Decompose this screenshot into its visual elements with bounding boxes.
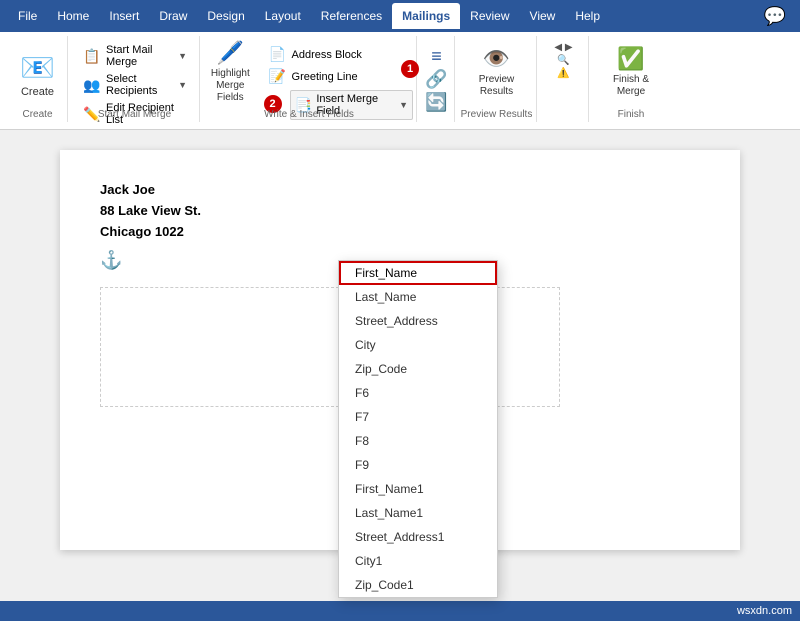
finish-label: Finish &Merge [613,74,649,98]
tab-insert[interactable]: Insert [99,3,149,29]
rules-icon[interactable]: ≡ [431,46,442,67]
status-site: wsxdn.com [737,605,792,617]
address-block-icon: 📄 [268,46,288,63]
start-mail-merge-label: Start Mail Merge [106,44,174,68]
chat-icon[interactable]: 💬 [758,2,792,31]
check-errors: ⚠️ [557,68,569,79]
finish-group-content: ✅ Finish &Merge [594,38,668,120]
start-mail-merge-group-label: Start Mail Merge [70,109,199,120]
select-recipients-label: Select Recipients [106,73,174,97]
finish-icon: ✅ [617,46,644,72]
address-block-button[interactable]: 📄 Address Block [264,44,413,65]
select-recipients-arrow: ▼ [178,80,187,90]
ribbon-group-start-mail-merge: 📋 Start Mail Merge ▼ 👥 Select Recipients… [70,36,200,122]
autocheck-content: ◀ ▶ 🔍 ⚠️ [552,38,574,120]
ribbon-group-finish: ✅ Finish &Merge Finish [591,36,671,122]
select-recipients-button[interactable]: 👥 Select Recipients ▼ [78,71,191,99]
preview-group-content: 👁️ PreviewResults [463,38,531,120]
tab-references[interactable]: References [311,3,392,29]
rules-icons: ≡ 🔗 🔄 [425,46,447,113]
write-insert-group-label: Write & Insert Fields [202,109,416,120]
status-bar: wsxdn.com [0,601,800,621]
address-line-3: Chicago 1022 [100,222,700,243]
dropdown-item-zip-code1[interactable]: Zip_Code1 [339,573,497,597]
dropdown-item-street-address1[interactable]: Street_Address1 [339,525,497,549]
dropdown-item-last-name1[interactable]: Last_Name1 [339,501,497,525]
update-icon[interactable]: 🔄 [425,92,447,113]
ribbon: 📧 Create Create 📋 Start Mail Merge ▼ 👥 S… [0,32,800,130]
document-area: Jack Joe 88 Lake View St. Chicago 1022 ⚓… [0,130,800,621]
tab-draw[interactable]: Draw [149,3,197,29]
ribbon-tab-bar: File Home Insert Draw Design Layout Refe… [0,0,800,32]
greeting-line-button[interactable]: 📝 Greeting Line 1 [264,66,413,87]
tab-home[interactable]: Home [47,3,99,29]
dropdown-item-street-address[interactable]: Street_Address [339,309,497,333]
dropdown-item-f9[interactable]: F9 [339,453,497,477]
tab-review[interactable]: Review [460,3,519,29]
dropdown-item-zip-code[interactable]: Zip_Code [339,357,497,381]
address-line-2: 88 Lake View St. [100,201,700,222]
create-group-content: 📧 Create [11,38,65,120]
ribbon-group-autocheck: ◀ ▶ 🔍 ⚠️ [539,36,589,122]
dropdown-item-f6[interactable]: F6 [339,381,497,405]
step-1-badge: 1 [401,60,419,78]
dropdown-item-city1[interactable]: City1 [339,549,497,573]
ribbon-group-write-insert: 🖊️ HighlightMerge Fields 📄 Address Block… [202,36,417,122]
tab-view[interactable]: View [520,3,566,29]
tab-layout[interactable]: Layout [255,3,311,29]
highlight-icon: 🖊️ [217,40,244,66]
mail-merge-icon: 📋 [82,48,102,65]
tab-help[interactable]: Help [565,3,610,29]
create-label: Create [21,86,54,98]
ribbon-group-rules: ≡ 🔗 🔄 [419,36,455,122]
match-icon[interactable]: 🔗 [425,69,447,90]
dropdown-item-first-name[interactable]: First_Name [339,261,497,285]
tab-design[interactable]: Design [197,3,254,29]
preview-label: PreviewResults [479,74,515,98]
highlight-label: HighlightMerge Fields [209,68,252,104]
find-recipient: 🔍 [557,55,569,66]
anchor-icon: ⚓ [100,250,122,271]
ribbon-group-preview: 👁️ PreviewResults Preview Results [457,36,537,122]
tab-file[interactable]: File [8,3,47,29]
nav-controls: ◀ ▶ [554,42,572,53]
finish-merge-button[interactable]: ✅ Finish &Merge [596,42,666,102]
highlight-merge-fields-button[interactable]: 🖊️ HighlightMerge Fields [205,42,256,102]
tab-mailings[interactable]: Mailings [392,3,460,29]
start-mail-merge-button[interactable]: 📋 Start Mail Merge ▼ [78,42,191,70]
document-address: Jack Joe 88 Lake View St. Chicago 1022 [100,180,700,242]
rules-content: ≡ 🔗 🔄 [423,38,449,120]
create-icon: 📧 [20,51,55,84]
address-line-1: Jack Joe [100,180,700,201]
insert-merge-field-dropdown: First_Name Last_Name Street_Address City… [338,260,498,598]
address-block-label: Address Block [292,49,362,61]
greeting-line-icon: 📝 [268,68,288,85]
ribbon-group-create: 📧 Create Create [8,36,68,122]
greeting-line-label: Greeting Line [292,71,358,83]
dropdown-item-city[interactable]: City [339,333,497,357]
preview-group-label: Preview Results [457,109,536,120]
dropdown-item-last-name[interactable]: Last_Name [339,285,497,309]
start-mail-merge-arrow: ▼ [178,51,187,61]
recipients-icon: 👥 [82,77,102,94]
dropdown-item-f7[interactable]: F7 [339,405,497,429]
dropdown-item-first-name1[interactable]: First_Name1 [339,477,497,501]
preview-results-button[interactable]: 👁️ PreviewResults [465,42,529,102]
create-button[interactable]: 📧 Create [13,42,63,106]
finish-group-label: Finish [591,109,671,120]
preview-icon: 👁️ [483,46,510,72]
create-group-label: Create [8,109,67,120]
dropdown-item-f8[interactable]: F8 [339,429,497,453]
